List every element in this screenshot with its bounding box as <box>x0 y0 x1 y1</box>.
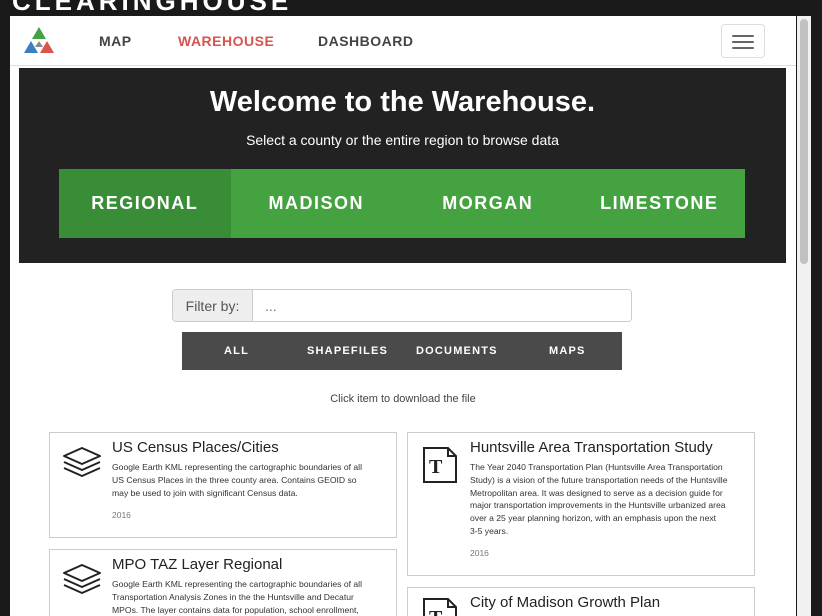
page-title: Welcome to the Warehouse. <box>209 86 596 118</box>
item-description: Google Earth KML representing the cartog… <box>112 461 362 499</box>
list-item[interactable]: T Huntsville Area Transportation Study T… <box>407 432 755 576</box>
app-title: CLEARINGHOUSE <box>12 0 293 16</box>
item-description-line: Study) is a vision of the future transpo… <box>470 474 728 485</box>
county-selector: REGIONAL MADISON MORGAN LIMESTONE <box>59 169 745 238</box>
layers-icon <box>63 447 101 477</box>
type-tabs: ALL SHAPEFILES DOCUMENTS MAPS <box>182 332 622 370</box>
item-title: MPO TAZ Layer Regional <box>112 556 283 573</box>
item-description-line: over a 25 year planning horizon, with an… <box>470 513 717 524</box>
nav-link-dashboard[interactable]: DASHBOARD <box>318 33 414 49</box>
filter-group: Filter by: <box>172 289 632 322</box>
menu-toggle-button[interactable] <box>721 24 765 58</box>
list-item[interactable]: T City of Madison Growth Plan <box>407 587 755 616</box>
item-description-line: Google Earth KML representing the cartog… <box>112 579 363 589</box>
item-title: Huntsville Area Transportation Study <box>470 439 713 456</box>
item-description-line: Metropolitan area. It was designed to se… <box>470 487 723 498</box>
item-year: 2016 <box>470 548 489 558</box>
county-button-limestone[interactable]: LIMESTONE <box>574 169 746 238</box>
navbar: MAP WAREHOUSE DASHBOARD <box>10 16 796 66</box>
item-title: US Census Places/Cities <box>112 439 279 456</box>
item-description-line: US Census Places in the three county are… <box>112 474 357 485</box>
svg-text:T: T <box>429 456 443 478</box>
tab-all[interactable]: ALL <box>224 345 249 357</box>
hamburger-icon <box>732 35 754 37</box>
item-description: The Year 2040 Transportation Plan (Hunts… <box>470 461 727 538</box>
item-description-line: The Year 2040 Transportation Plan (Hunts… <box>470 462 723 472</box>
item-description-line: may be used to join with significant Cen… <box>112 487 298 498</box>
filter-label: Filter by: <box>173 290 253 321</box>
county-button-morgan[interactable]: MORGAN <box>402 169 574 238</box>
item-description-line: 3-5 years. <box>470 525 509 536</box>
tab-maps[interactable]: MAPS <box>549 345 586 357</box>
nav-link-map[interactable]: MAP <box>99 33 132 49</box>
layers-icon <box>63 564 101 594</box>
county-button-madison[interactable]: MADISON <box>231 169 403 238</box>
scrollbar-thumb[interactable] <box>800 19 808 264</box>
svg-text:T: T <box>429 607 443 616</box>
document-icon: T <box>423 447 457 483</box>
hero-banner: Welcome to the Warehouse. Select a count… <box>19 68 786 263</box>
logo-icon[interactable] <box>24 27 54 53</box>
item-description: Google Earth KML representing the cartog… <box>112 578 362 616</box>
county-button-regional[interactable]: REGIONAL <box>59 169 231 238</box>
hamburger-icon-bar <box>732 41 754 43</box>
hamburger-icon-bar <box>732 47 754 49</box>
item-year: 2016 <box>112 510 131 520</box>
item-description-line: Google Earth KML representing the cartog… <box>112 462 363 472</box>
browser-viewport: MAP WAREHOUSE DASHBOARD Welcome to the W… <box>10 16 796 616</box>
tab-shapefiles[interactable]: SHAPEFILES <box>307 345 388 357</box>
filter-input[interactable] <box>253 290 631 321</box>
list-item[interactable]: MPO TAZ Layer Regional Google Earth KML … <box>49 549 397 616</box>
item-description-line: major transportation improvements in the… <box>470 500 726 511</box>
item-description-line: Transportation Analysis Zones in the the… <box>112 591 354 602</box>
document-icon: T <box>423 598 457 616</box>
item-title: City of Madison Growth Plan <box>470 594 661 611</box>
nav-link-warehouse[interactable]: WAREHOUSE <box>178 33 274 49</box>
scrollbar[interactable] <box>797 16 811 616</box>
item-description-line: MPOs. The layer contains data for popula… <box>112 604 359 615</box>
page-subtitle: Select a county or the entire region to … <box>246 132 559 148</box>
tab-documents[interactable]: DOCUMENTS <box>416 345 498 357</box>
list-item[interactable]: US Census Places/Cities Google Earth KML… <box>49 432 397 538</box>
download-hint: Click item to download the file <box>330 393 476 405</box>
